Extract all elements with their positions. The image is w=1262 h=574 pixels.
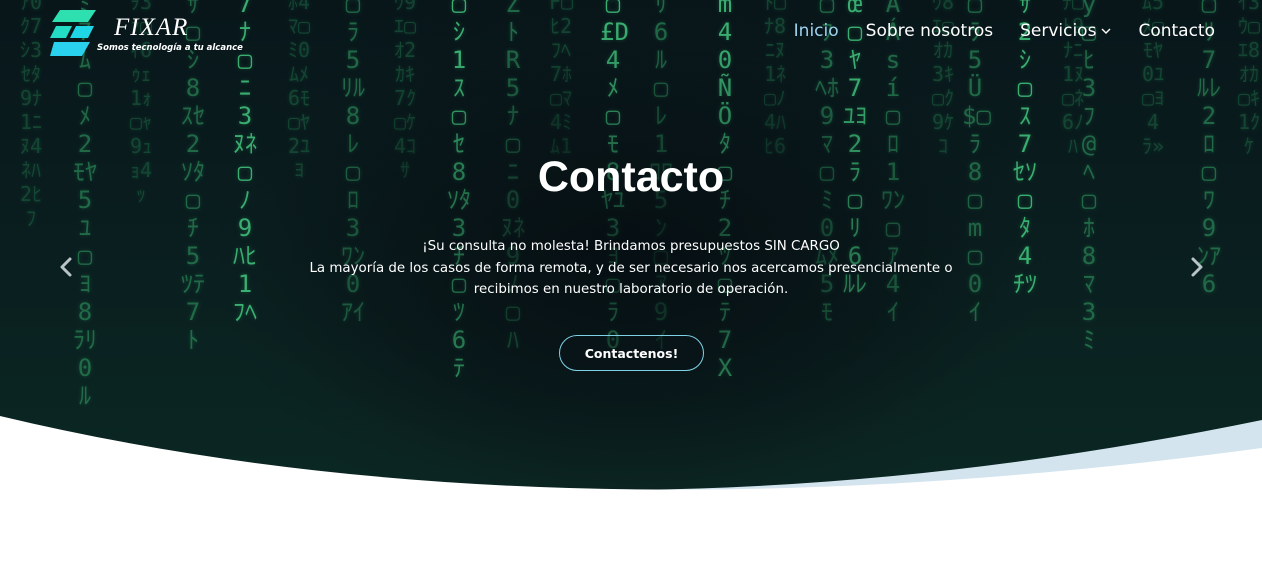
logo-tagline: Somos tecnología a tu alcance [97, 43, 243, 53]
hero-line: recibimos en nuestro laboratorio de oper… [473, 282, 789, 297]
hero-line: ¡Su consulta no molesta! Brindamos presu… [422, 239, 840, 254]
hero-title: Contacto [537, 153, 725, 201]
nav-item-label: Contacto [1138, 21, 1215, 41]
nav-item-label: Sobre nosotros [865, 21, 994, 41]
hero-line: La mayoría de los casos de forma remota,… [309, 260, 953, 276]
nav-item-servicios[interactable]: Servicios [1020, 21, 1111, 41]
chevron-down-icon [1101, 28, 1111, 34]
nav-item-contacto[interactable]: Contacto [1138, 21, 1215, 41]
hero-description: ¡Su consulta no molesta! Brindamos presu… [0, 236, 1262, 301]
nav-item-label: Servicios [1020, 21, 1097, 41]
nav-item-label: Inicio [793, 21, 839, 41]
nav-item-inicio[interactable]: Inicio [794, 21, 839, 41]
logo[interactable]: FIXAR Somos tecnología a tu alcance [50, 8, 243, 60]
nav-item-sobre-nosotros[interactable]: Sobre nosotros [866, 21, 993, 41]
logo-brand: FIXAR [114, 14, 189, 41]
contact-button[interactable]: Contactenos! [559, 335, 704, 371]
main-nav: Inicio Sobre nosotros Servicios Contacto [794, 21, 1215, 41]
logo-mark-icon [50, 10, 96, 56]
